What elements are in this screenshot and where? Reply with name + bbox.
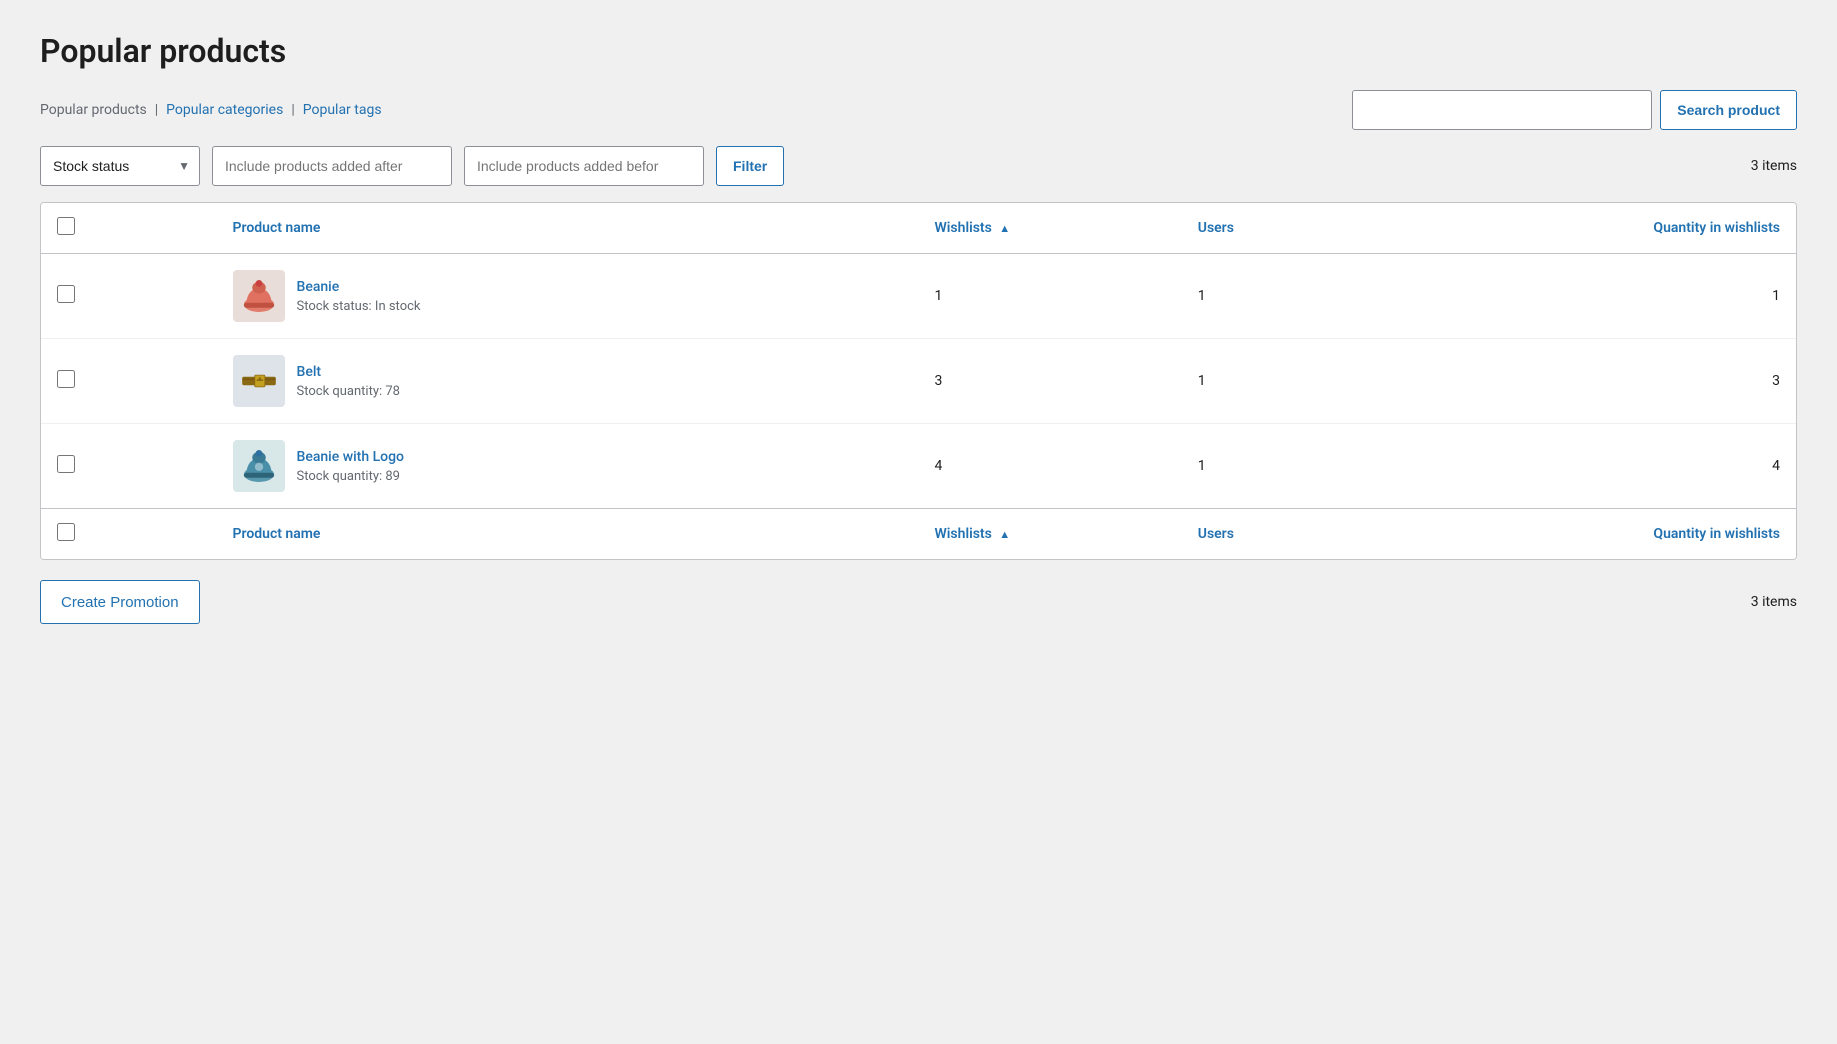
row-product-cell-beanie: Beanie Stock status: In stock bbox=[217, 254, 919, 339]
product-thumbnail-belt bbox=[233, 355, 285, 407]
product-meta-belt: Stock quantity: 78 bbox=[297, 384, 401, 399]
items-count-top: 3 items bbox=[1751, 158, 1797, 174]
footer-wishlists[interactable]: Wishlists ▲ bbox=[919, 509, 1182, 560]
header-checkbox-cell bbox=[41, 203, 217, 254]
row-wishlists-belt: 3 bbox=[919, 339, 1182, 424]
create-promotion-button[interactable]: Create Promotion bbox=[40, 580, 200, 624]
product-meta-beanie: Stock status: In stock bbox=[297, 299, 421, 314]
table-row: Beanie with Logo Stock quantity: 89 4 1 … bbox=[41, 424, 1796, 509]
products-table: Product name Wishlists ▲ Users Quantity … bbox=[41, 203, 1796, 559]
nav-links: Popular products | Popular categories | … bbox=[40, 102, 382, 118]
page-title: Popular products bbox=[40, 32, 1797, 70]
product-meta-beanie-with-logo: Stock quantity: 89 bbox=[297, 469, 405, 484]
header-wishlists[interactable]: Wishlists ▲ bbox=[919, 203, 1182, 254]
table-body: Beanie Stock status: In stock 1 1 1 bbox=[41, 254, 1796, 509]
nav-link-popular-categories[interactable]: Popular categories bbox=[166, 102, 283, 118]
row-product-cell-belt: Belt Stock quantity: 78 bbox=[217, 339, 919, 424]
wishlists-sort-arrow: ▲ bbox=[999, 222, 1010, 235]
search-area: Search product bbox=[1352, 90, 1797, 130]
select-all-checkbox[interactable] bbox=[57, 217, 75, 235]
header-users[interactable]: Users bbox=[1182, 203, 1445, 254]
stock-status-dropdown-wrapper: Stock status In stock Out of stock On ba… bbox=[40, 146, 200, 186]
row-users-beanie: 1 bbox=[1182, 254, 1445, 339]
table-header-row: Product name Wishlists ▲ Users Quantity … bbox=[41, 203, 1796, 254]
header-quantity[interactable]: Quantity in wishlists bbox=[1445, 203, 1796, 254]
stock-status-select[interactable]: Stock status In stock Out of stock On ba… bbox=[40, 146, 200, 186]
header-product-name[interactable]: Product name bbox=[217, 203, 919, 254]
row-checkbox-cell-beanie-with-logo bbox=[41, 424, 217, 509]
footer-product-name[interactable]: Product name bbox=[217, 509, 919, 560]
row-wishlists-beanie-with-logo: 4 bbox=[919, 424, 1182, 509]
nav-current-label: Popular products bbox=[40, 102, 147, 118]
search-input[interactable] bbox=[1352, 90, 1652, 130]
nav-link-popular-tags[interactable]: Popular tags bbox=[303, 102, 382, 118]
top-bar: Popular products | Popular categories | … bbox=[40, 90, 1797, 130]
row-checkbox-cell-belt bbox=[41, 339, 217, 424]
product-name-beanie-with-logo[interactable]: Beanie with Logo bbox=[297, 449, 405, 465]
footer-select-all-checkbox[interactable] bbox=[57, 523, 75, 541]
row-quantity-beanie: 1 bbox=[1445, 254, 1796, 339]
footer-checkbox-cell bbox=[41, 509, 217, 560]
footer-wishlists-sort-arrow: ▲ bbox=[999, 528, 1010, 541]
row-users-belt: 1 bbox=[1182, 339, 1445, 424]
bottom-bar: Create Promotion 3 items bbox=[40, 580, 1797, 624]
items-count-bottom: 3 items bbox=[1751, 594, 1797, 610]
row-checkbox-belt[interactable] bbox=[57, 370, 75, 388]
nav-separator-2: | bbox=[291, 102, 294, 118]
search-button[interactable]: Search product bbox=[1660, 90, 1797, 130]
table-footer-row: Product name Wishlists ▲ Users Quantity … bbox=[41, 509, 1796, 560]
row-checkbox-beanie-with-logo[interactable] bbox=[57, 455, 75, 473]
table-row: Belt Stock quantity: 78 3 1 3 bbox=[41, 339, 1796, 424]
table-row: Beanie Stock status: In stock 1 1 1 bbox=[41, 254, 1796, 339]
filter-bar: Stock status In stock Out of stock On ba… bbox=[40, 146, 1797, 186]
date-before-input[interactable] bbox=[464, 146, 704, 186]
row-quantity-belt: 3 bbox=[1445, 339, 1796, 424]
footer-users[interactable]: Users bbox=[1182, 509, 1445, 560]
row-wishlists-beanie: 1 bbox=[919, 254, 1182, 339]
filter-button[interactable]: Filter bbox=[716, 146, 784, 186]
product-thumbnail-beanie-with-logo bbox=[233, 440, 285, 492]
product-thumbnail-beanie bbox=[233, 270, 285, 322]
product-name-beanie[interactable]: Beanie bbox=[297, 279, 421, 295]
products-table-container: Product name Wishlists ▲ Users Quantity … bbox=[40, 202, 1797, 560]
row-checkbox-beanie[interactable] bbox=[57, 285, 75, 303]
row-checkbox-cell-beanie bbox=[41, 254, 217, 339]
product-name-belt[interactable]: Belt bbox=[297, 364, 401, 380]
row-quantity-beanie-with-logo: 4 bbox=[1445, 424, 1796, 509]
nav-separator-1: | bbox=[155, 102, 158, 118]
footer-quantity[interactable]: Quantity in wishlists bbox=[1445, 509, 1796, 560]
row-users-beanie-with-logo: 1 bbox=[1182, 424, 1445, 509]
row-product-cell-beanie-with-logo: Beanie with Logo Stock quantity: 89 bbox=[217, 424, 919, 509]
date-after-input[interactable] bbox=[212, 146, 452, 186]
